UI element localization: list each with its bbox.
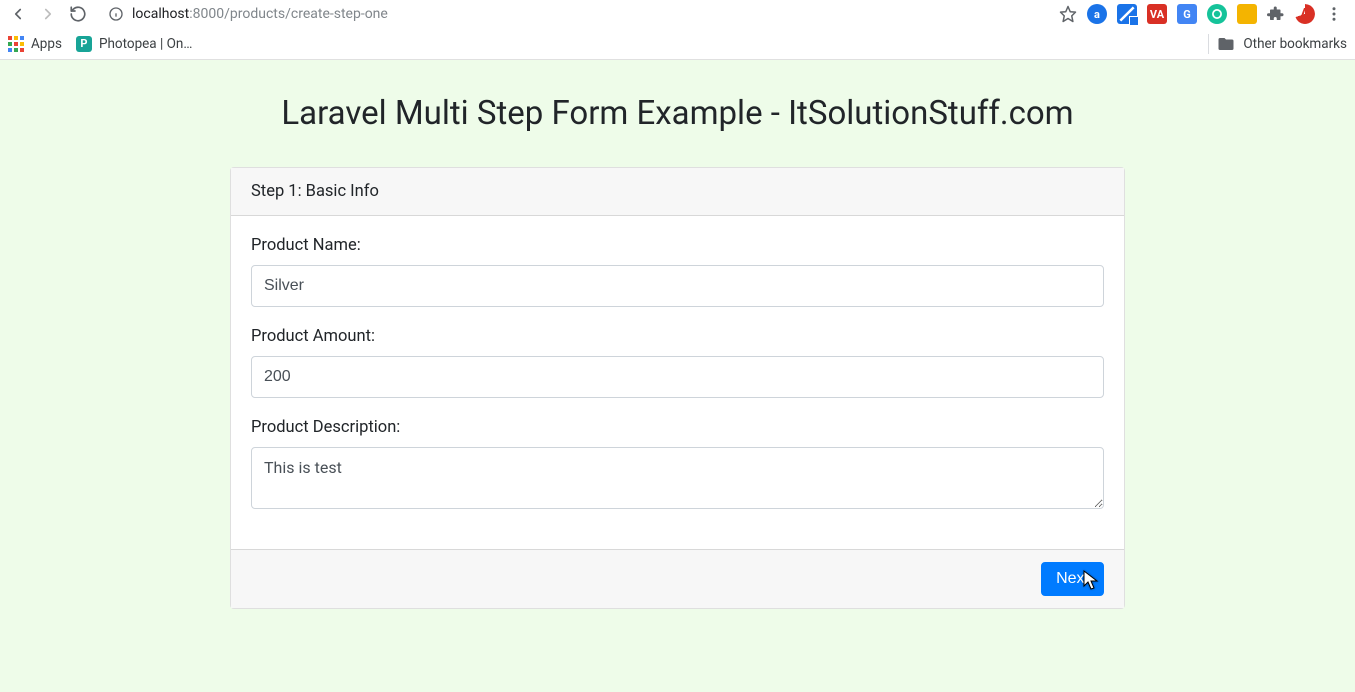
form-card: Step 1: Basic Info Product Name: Product… <box>230 167 1125 609</box>
input-product-amount[interactable] <box>251 356 1104 398</box>
field-product-amount: Product Amount: <box>251 327 1104 398</box>
profile-avatar[interactable]: A <box>1295 4 1315 24</box>
extension-icon[interactable] <box>1117 4 1137 24</box>
photopea-icon: P <box>76 36 92 52</box>
next-button[interactable]: Next <box>1041 562 1104 596</box>
page-title: Laravel Multi Step Form Example - ItSolu… <box>230 94 1125 133</box>
bookmark-label: Photopea | On… <box>99 36 193 52</box>
separator <box>1208 34 1209 54</box>
bookmark-apps[interactable]: Apps <box>8 36 62 52</box>
browser-chrome: localhost:8000/products/create-step-one … <box>0 0 1355 60</box>
bookmark-photopea[interactable]: P Photopea | On… <box>76 36 193 52</box>
folder-icon <box>1217 35 1235 53</box>
extensions-row: a VA G A <box>1087 4 1347 24</box>
extension-icon[interactable] <box>1237 4 1257 24</box>
card-header: Step 1: Basic Info <box>231 168 1124 216</box>
url-text: localhost:8000/products/create-step-one <box>132 6 388 22</box>
bookmarks-bar: Apps P Photopea | On… Other bookmarks <box>0 28 1355 60</box>
input-product-name[interactable] <box>251 265 1104 307</box>
extension-icon[interactable]: a <box>1087 4 1107 24</box>
extension-icon[interactable] <box>1207 4 1227 24</box>
page-viewport: Laravel Multi Step Form Example - ItSolu… <box>0 60 1355 692</box>
bookmark-label: Apps <box>31 36 62 52</box>
chrome-menu-button[interactable] <box>1325 5 1343 23</box>
card-footer: Next <box>231 549 1124 608</box>
extensions-button[interactable] <box>1267 5 1285 23</box>
label-product-name: Product Name: <box>251 236 1104 255</box>
forward-button[interactable] <box>38 4 58 24</box>
browser-toolbar: localhost:8000/products/create-step-one … <box>0 0 1355 28</box>
bookmark-label: Other bookmarks <box>1243 36 1347 52</box>
field-product-description: Product Description: <box>251 418 1104 513</box>
card-body: Product Name: Product Amount: Product De… <box>231 216 1124 549</box>
site-info-icon[interactable] <box>108 6 124 22</box>
reload-button[interactable] <box>68 4 88 24</box>
address-bar[interactable]: localhost:8000/products/create-step-one <box>98 2 1049 26</box>
label-product-description: Product Description: <box>251 418 1104 437</box>
textarea-product-description[interactable] <box>251 447 1104 509</box>
extension-icon[interactable]: VA <box>1147 4 1167 24</box>
bookmark-other[interactable]: Other bookmarks <box>1217 35 1347 53</box>
extension-icon[interactable]: G <box>1177 4 1197 24</box>
field-product-name: Product Name: <box>251 236 1104 307</box>
apps-grid-icon <box>8 36 24 52</box>
bookmark-star-icon[interactable] <box>1059 5 1077 23</box>
back-button[interactable] <box>8 4 28 24</box>
label-product-amount: Product Amount: <box>251 327 1104 346</box>
